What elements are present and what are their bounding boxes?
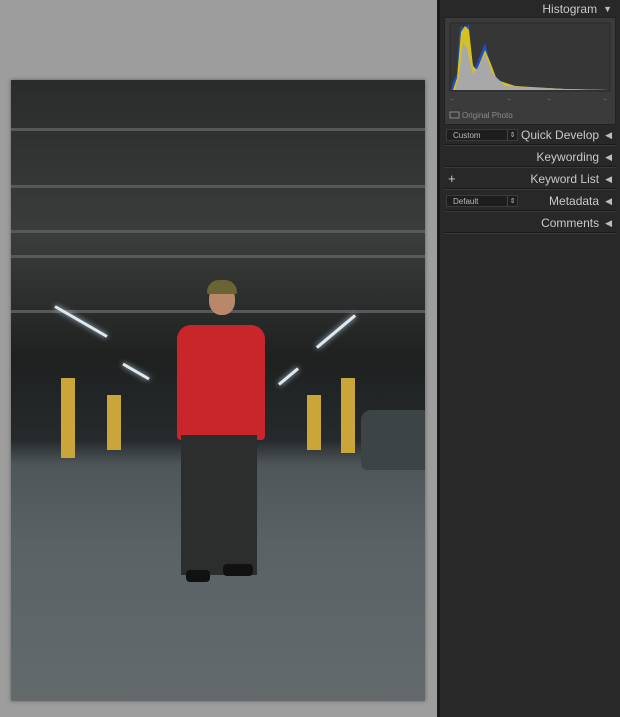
- metadata-preset-select[interactable]: Default ⇕: [446, 195, 518, 207]
- comments-header[interactable]: Comments ◀: [541, 216, 612, 230]
- photo[interactable]: [11, 80, 425, 701]
- comments-title: Comments: [541, 216, 600, 230]
- divider: [444, 144, 616, 146]
- histogram-header[interactable]: Histogram ▼: [542, 2, 612, 16]
- quick-develop-header[interactable]: Quick Develop ◀: [521, 128, 612, 142]
- divider: [444, 166, 616, 168]
- preset-value: Custom: [453, 131, 481, 140]
- preset-value: Default: [453, 197, 479, 206]
- keyword-list-header[interactable]: Keyword List ◀: [530, 172, 612, 186]
- collapsed-triangle-icon: ◀: [605, 195, 612, 206]
- original-photo-label[interactable]: Original Photo: [462, 111, 513, 120]
- right-panel: Histogram ▼ – – – – Original Photo Custom ⇕ …: [440, 0, 620, 717]
- collapsed-triangle-icon: ◀: [605, 129, 612, 140]
- collapsed-triangle-icon: ◀: [605, 151, 612, 162]
- svg-text:–: –: [547, 96, 551, 103]
- histogram-title: Histogram: [542, 2, 598, 16]
- histogram: – – – – Original Photo: [444, 17, 616, 125]
- histogram-graph: – – – –: [449, 22, 611, 119]
- divider: [444, 232, 616, 234]
- metadata-title: Metadata: [549, 194, 600, 208]
- svg-text:–: –: [507, 96, 511, 103]
- divider: [444, 188, 616, 190]
- quick-develop-preset-select[interactable]: Custom ⇕: [446, 129, 518, 141]
- svg-text:–: –: [450, 96, 454, 103]
- metadata-header[interactable]: Metadata ◀: [549, 194, 612, 208]
- image-canvas: [0, 0, 437, 717]
- expanded-triangle-icon: ▼: [603, 4, 612, 14]
- keywording-header[interactable]: Keywording ◀: [536, 150, 612, 164]
- stepper-icon: ⇕: [507, 130, 517, 140]
- svg-text:–: –: [603, 96, 607, 103]
- collapsed-triangle-icon: ◀: [605, 217, 612, 228]
- original-photo-checkbox: [449, 111, 460, 119]
- add-keyword-icon[interactable]: +: [448, 171, 456, 186]
- collapsed-triangle-icon: ◀: [605, 173, 612, 184]
- divider: [444, 210, 616, 212]
- keywording-title: Keywording: [536, 150, 600, 164]
- quick-develop-title: Quick Develop: [521, 128, 600, 142]
- stepper-icon: ⇕: [507, 196, 517, 206]
- keyword-list-title: Keyword List: [530, 172, 600, 186]
